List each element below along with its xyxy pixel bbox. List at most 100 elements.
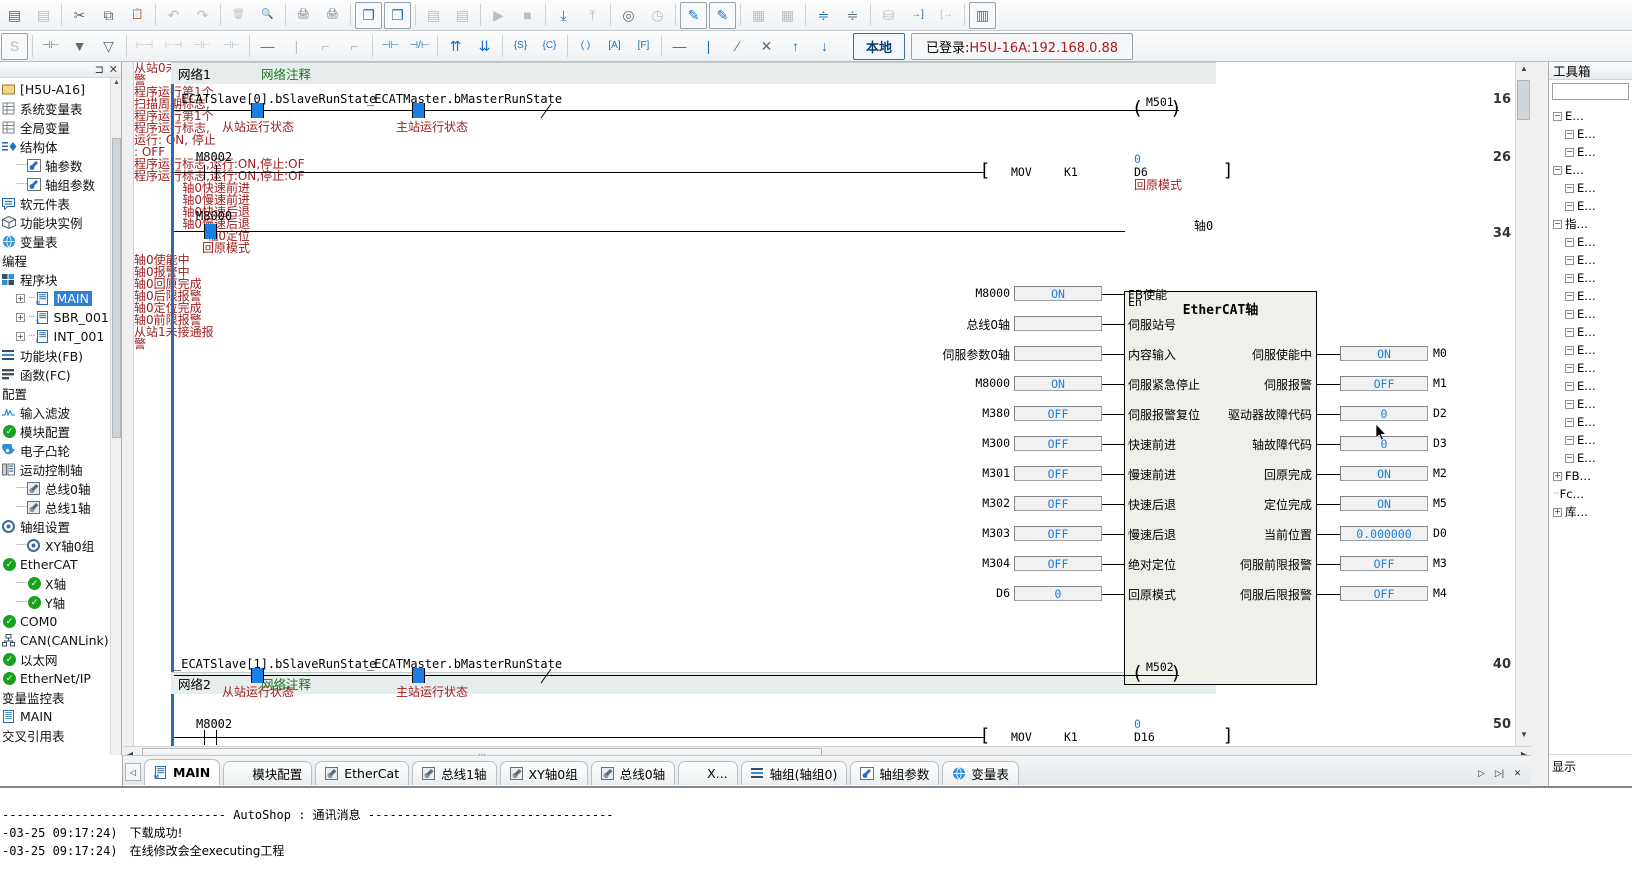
tree-item-1[interactable]: ┈┈ 总线1轴 xyxy=(0,498,121,517)
expand-toggle-icon[interactable]: − xyxy=(1565,453,1574,463)
fb-output-value[interactable]: OFF xyxy=(1340,376,1428,391)
fb-output-value[interactable]: 0 xyxy=(1340,406,1428,421)
toolbox-item[interactable]: + 库… xyxy=(1551,503,1630,521)
pulse-fall-icon[interactable]: ⇊ xyxy=(471,33,498,60)
fb-input-value[interactable] xyxy=(1014,316,1102,331)
branch-merge-icon[interactable]: ⊣⊢ xyxy=(218,33,245,60)
tab-close-button[interactable]: ✕ xyxy=(1510,765,1525,781)
open-file-icon[interactable]: ▤ xyxy=(30,2,57,29)
search-icon[interactable]: 🔍 xyxy=(254,2,281,29)
tree-item-[interactable]: 变量监控表 xyxy=(0,688,121,707)
delete-row-icon[interactable]: ≑ xyxy=(839,2,866,29)
fb-input-value[interactable]: OFF xyxy=(1014,406,1102,421)
delete-vline-icon[interactable]: ✕ xyxy=(753,33,780,60)
tree-item-h5ua16[interactable]: [H5U-A16] xyxy=(0,80,121,99)
branch-line-icon[interactable]: ⊣⊢ xyxy=(189,33,216,60)
toolbox-item[interactable]: − E… xyxy=(1551,431,1630,449)
upload-icon[interactable]: ⤒ xyxy=(579,2,606,29)
toolbox-item[interactable]: − E… xyxy=(1551,287,1630,305)
tree-item-[interactable]: 系统变量表 xyxy=(0,99,121,118)
undo-icon[interactable]: ↶ xyxy=(160,2,187,29)
fb-output-value[interactable]: OFF xyxy=(1340,586,1428,601)
tab-scroll-last[interactable]: ▷| xyxy=(1492,765,1507,781)
stop-icon[interactable]: ■ xyxy=(514,2,541,29)
toolbox-tree[interactable]: − E… − E… − E… − E… − E… − E… − 指… − E… − E… − E… − E… − E… − E… −… xyxy=(1549,103,1632,525)
toolbox-item[interactable]: − E… xyxy=(1551,161,1630,179)
tree-item-[interactable]: 输入滤波 xyxy=(0,403,121,422)
fb-output-value[interactable]: OFF xyxy=(1340,556,1428,571)
coil-icon[interactable]: ( xyxy=(1134,662,1141,684)
network-header[interactable]: 网络1 网络注释 xyxy=(171,62,1216,84)
toolbox-item[interactable]: − E… xyxy=(1551,197,1630,215)
application-inst-icon[interactable]: [A] xyxy=(601,33,628,60)
tree-vscrollbar[interactable]: ▲▼ xyxy=(110,78,121,778)
tree-item-ethercat[interactable]: ✓ EtherCAT xyxy=(0,555,121,574)
window-export-icon[interactable]: ❐ xyxy=(384,1,411,29)
ladder-canvas[interactable]: 网络1 网络注释 网络2 网络注释 16 26 34 40 50 _ECATSlave[0].bS… xyxy=(134,62,1515,746)
ladder-editor[interactable]: 网络1 网络注释 网络2 网络注释 16 26 34 40 50 _ECATSlave[0].bS… xyxy=(123,62,1531,786)
fb-output-value[interactable]: ON xyxy=(1340,466,1428,481)
expand-toggle-icon[interactable]: + xyxy=(1553,471,1562,481)
project-tree-panel[interactable]: ⊐ ✕ [H5U-A16] 系统变量表 全局变量 结构体 ┈┈ 轴参数 ┈┈ 轴组参数 软元件表… xyxy=(0,62,122,786)
fb-input-value[interactable]: OFF xyxy=(1014,436,1102,451)
fb-input-value[interactable]: ON xyxy=(1014,286,1102,301)
toolbox-item[interactable]: − E… xyxy=(1551,413,1630,431)
tree-item-main[interactable]: MAIN xyxy=(0,707,121,726)
contact-normally-open-icon[interactable]: ⊣⊢ xyxy=(377,33,404,60)
tree-item-[interactable]: 变量表 xyxy=(0,232,121,251)
toolbox-item[interactable]: − 指… xyxy=(1551,215,1630,233)
expand-toggle-icon[interactable]: − xyxy=(1565,345,1574,355)
expand-toggle-icon[interactable]: − xyxy=(1565,399,1574,409)
tree-item-sbr001[interactable]: + ··· S SBR_001 xyxy=(0,308,121,327)
toolbox-item[interactable]: − E… xyxy=(1551,179,1630,197)
tab-x[interactable]: X... xyxy=(678,761,738,785)
insert-row-icon[interactable]: ≑ xyxy=(810,2,837,29)
fb-input-value[interactable] xyxy=(1014,346,1102,361)
expand-toggle-icon[interactable]: − xyxy=(1565,363,1574,373)
expand-toggle-icon[interactable]: + xyxy=(1553,507,1562,517)
expand-toggle-icon[interactable]: − xyxy=(1565,147,1574,157)
expand-toggle-icon[interactable]: − xyxy=(1553,111,1562,121)
tree-item-[interactable]: 功能块实例 xyxy=(0,213,121,232)
tree-item-fb[interactable]: 功能块(FB) xyxy=(0,346,121,365)
toolbox-item[interactable]: − E… xyxy=(1551,107,1630,125)
tab-1[interactable]: 总线1轴 xyxy=(412,761,497,785)
tree-item-[interactable]: 运动控制轴 xyxy=(0,460,121,479)
toolbar-primary[interactable]: ▤ ▤ ✂ ⧉ 📋 ↶ ↷ 🗑 🔍 🖨 🖨 ❐ ❐ ▤ ▤ ▶ ■ ⤓ ⤒ ◎ ◷ ✎ ✎ ▦ ▦ ≑ ≑ ⛁ →] [→ ▥ xyxy=(0,0,1632,31)
coil-icon[interactable]: ) xyxy=(1172,662,1179,684)
function-inst-icon[interactable]: [F] xyxy=(630,33,657,60)
local-mode-button[interactable]: 本地 xyxy=(853,32,906,60)
cut-icon[interactable]: ✂ xyxy=(66,2,93,29)
tree-item-[interactable]: 配置 xyxy=(0,384,121,403)
expand-toggle-icon[interactable]: + xyxy=(16,294,25,303)
editor-vscrollbar[interactable]: ▲ ▼ xyxy=(1515,62,1531,746)
edit-mode-icon[interactable]: ✎ xyxy=(709,1,736,29)
monitor-icon[interactable]: ◎ xyxy=(615,2,642,29)
vscroll-thumb[interactable] xyxy=(1517,80,1530,120)
tree-item-[interactable]: ┈┈ 轴参数 xyxy=(0,156,121,175)
toolbox-panel[interactable]: 工具箱 − E… − E… − E… − E… − E… − E… − 指… − E… − E… − E… − E… − E…… xyxy=(1548,62,1632,786)
branch-up-icon[interactable]: ⊢⊣ xyxy=(160,33,187,60)
tab-main[interactable]: M MAIN xyxy=(144,759,221,785)
hline-icon[interactable]: — xyxy=(254,33,281,60)
window-tile-icon[interactable]: ❐ xyxy=(355,1,382,29)
tab-scroll-prev[interactable]: ◁ xyxy=(125,763,141,781)
toolbox-item[interactable]: ··· Fc… xyxy=(1551,485,1630,503)
tree-item-[interactable]: ✓ 模块配置 xyxy=(0,422,121,441)
tree-item-[interactable]: 轴组设置 xyxy=(0,517,121,536)
vline2-icon[interactable]: | xyxy=(695,33,722,60)
tree-item-[interactable]: 全局变量 xyxy=(0,118,121,137)
tab-[interactable]: 变量表 xyxy=(942,761,1019,785)
fb-input-value[interactable]: OFF xyxy=(1014,466,1102,481)
set-coil-icon[interactable]: {S} xyxy=(507,33,534,60)
download-icon[interactable]: ⤓ xyxy=(550,2,577,29)
fb-input-value[interactable]: OFF xyxy=(1014,496,1102,511)
fb-input-value[interactable]: OFF xyxy=(1014,556,1102,571)
tab-ethercat[interactable]: EtherCat xyxy=(315,761,410,785)
toolbox-item[interactable]: − E… xyxy=(1551,269,1630,287)
hline2-icon[interactable]: — xyxy=(666,33,693,60)
paste-icon[interactable]: 📋 xyxy=(124,2,151,29)
tree-item-cancanlink[interactable]: CAN(CANLink) xyxy=(0,631,121,650)
expand-toggle-icon[interactable]: − xyxy=(1565,183,1574,193)
pin-icon[interactable]: ⊐ xyxy=(95,63,104,76)
